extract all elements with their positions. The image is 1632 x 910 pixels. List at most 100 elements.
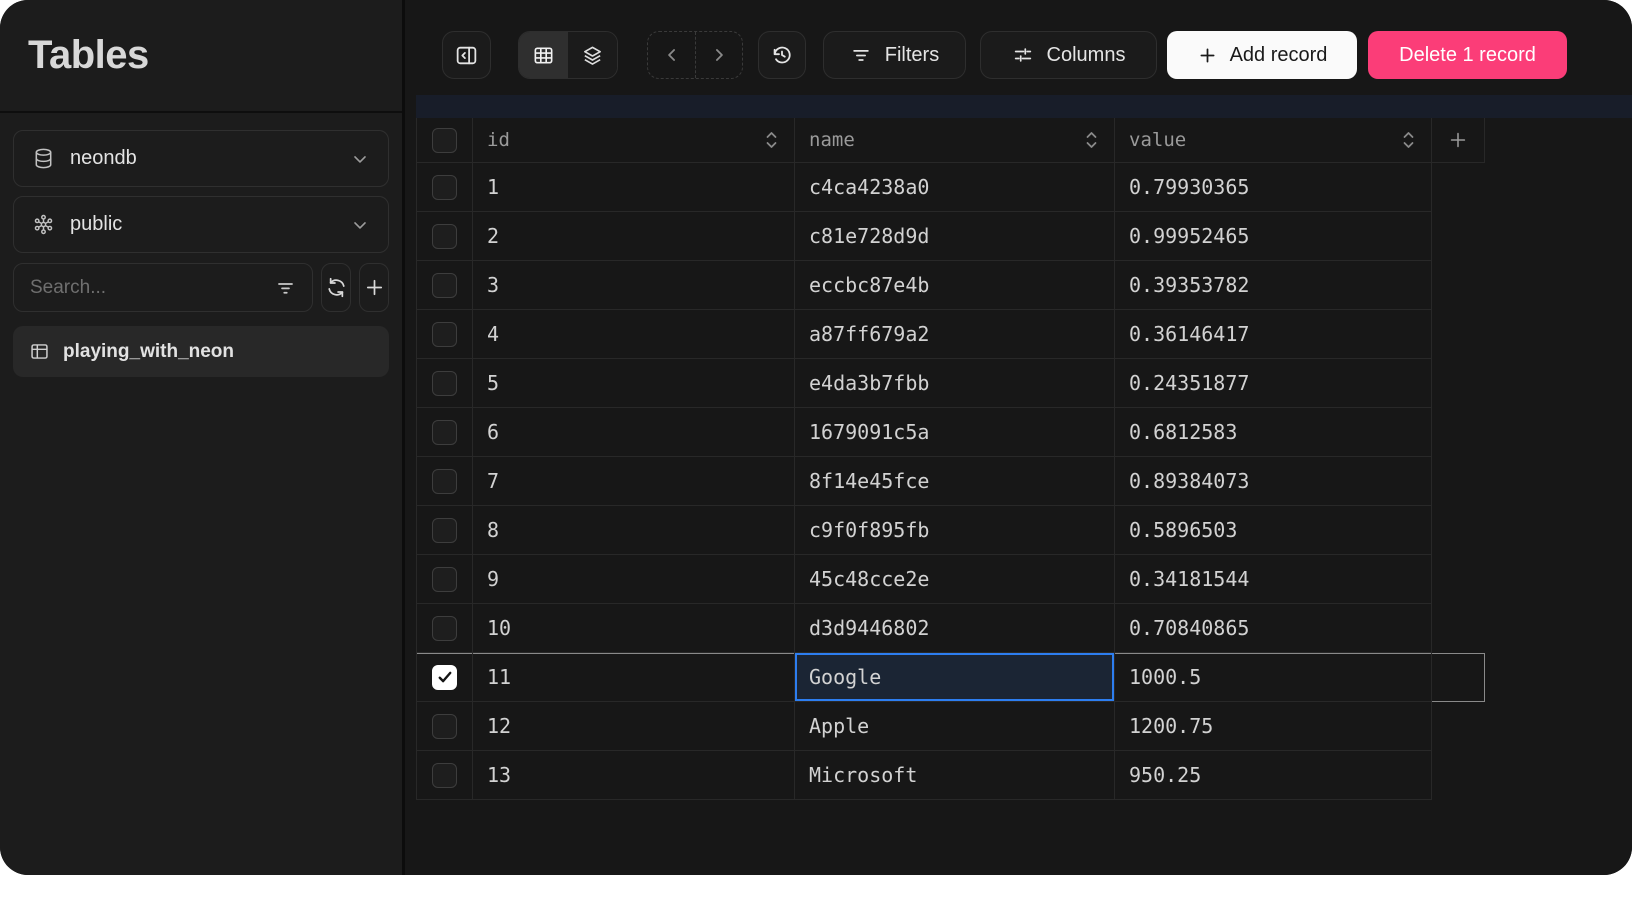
layers-view-button[interactable] — [568, 32, 617, 78]
selection-band — [416, 95, 1632, 118]
add-table-button[interactable] — [359, 263, 389, 312]
row-checkbox[interactable] — [432, 224, 457, 249]
cell-value[interactable]: 1000.5 — [1115, 653, 1432, 702]
column-header-id[interactable]: id — [473, 118, 795, 163]
cell-value[interactable]: 950.25 — [1115, 751, 1432, 800]
cell-name[interactable]: c4ca4238a0 — [795, 163, 1115, 212]
row-checkbox-cell — [416, 163, 473, 212]
filters-button[interactable]: Filters — [823, 31, 966, 79]
table-row: 13Microsoft950.25 — [416, 751, 1485, 800]
cell-id[interactable]: 9 — [473, 555, 795, 604]
row-checkbox[interactable] — [432, 714, 457, 739]
table-row: 5e4da3b7fbb0.24351877 — [416, 359, 1485, 408]
row-checkbox[interactable] — [432, 273, 457, 298]
column-header-label: value — [1129, 129, 1186, 151]
cell-name[interactable]: d3d9446802 — [795, 604, 1115, 653]
table-row: 2c81e728d9d0.99952465 — [416, 212, 1485, 261]
cell-value[interactable]: 0.34181544 — [1115, 555, 1432, 604]
refresh-button[interactable] — [321, 263, 351, 312]
row-checkbox[interactable] — [432, 567, 457, 592]
column-header-name[interactable]: name — [795, 118, 1115, 163]
cell-value[interactable]: 0.89384073 — [1115, 457, 1432, 506]
sidebar-item-label: playing_with_neon — [63, 341, 234, 363]
search-input[interactable] — [30, 277, 275, 299]
cell-value[interactable]: 1200.75 — [1115, 702, 1432, 751]
cell-id[interactable]: 6 — [473, 408, 795, 457]
row-checkbox[interactable] — [432, 371, 457, 396]
table-row: 1c4ca4238a00.79930365 — [416, 163, 1485, 212]
sidebar-item-table[interactable]: playing_with_neon — [13, 326, 389, 377]
column-header-value[interactable]: value — [1115, 118, 1432, 163]
cell-id[interactable]: 5 — [473, 359, 795, 408]
cell-id[interactable]: 3 — [473, 261, 795, 310]
cell-name[interactable]: Microsoft — [795, 751, 1115, 800]
column-header-label: name — [809, 129, 855, 151]
filters-button-label: Filters — [885, 44, 939, 67]
delete-record-button[interactable]: Delete 1 record — [1368, 31, 1567, 79]
cell-id[interactable]: 10 — [473, 604, 795, 653]
cell-id[interactable]: 7 — [473, 457, 795, 506]
plus-icon — [1447, 129, 1469, 151]
cell-value[interactable]: 0.24351877 — [1115, 359, 1432, 408]
table-row: 12Apple1200.75 — [416, 702, 1485, 751]
cell-id[interactable]: 8 — [473, 506, 795, 555]
cell-value[interactable]: 0.70840865 — [1115, 604, 1432, 653]
grid-view-icon — [532, 44, 555, 67]
add-record-label: Add record — [1230, 44, 1328, 67]
cell-id[interactable]: 1 — [473, 163, 795, 212]
row-checkbox[interactable] — [432, 518, 457, 543]
select-all-checkbox[interactable] — [432, 128, 457, 153]
cell-name[interactable]: a87ff679a2 — [795, 310, 1115, 359]
cell-id[interactable]: 13 — [473, 751, 795, 800]
panel-collapse-icon — [454, 43, 479, 68]
table-row: 945c48cce2e0.34181544 — [416, 555, 1485, 604]
table-row: 10d3d94468020.70840865 — [416, 604, 1485, 653]
cell-name[interactable]: c81e728d9d — [795, 212, 1115, 261]
cell-name[interactable]: Apple — [795, 702, 1115, 751]
row-checkbox[interactable] — [432, 763, 457, 788]
collapse-sidebar-button[interactable] — [442, 31, 491, 79]
columns-button[interactable]: Columns — [980, 31, 1157, 79]
plus-icon — [1197, 45, 1218, 66]
row-checkbox[interactable] — [432, 616, 457, 641]
cell-value[interactable]: 0.6812583 — [1115, 408, 1432, 457]
previous-page-button[interactable] — [648, 32, 695, 78]
table-row: 78f14e45fce0.89384073 — [416, 457, 1485, 506]
schema-select[interactable]: public — [13, 196, 389, 253]
row-checkbox-cell — [416, 653, 473, 702]
grid-view-button[interactable] — [519, 32, 568, 78]
table-header-row: id name value — [416, 118, 1485, 163]
cell-id[interactable]: 12 — [473, 702, 795, 751]
row-checkbox-cell — [416, 555, 473, 604]
next-page-button[interactable] — [695, 32, 742, 78]
row-checkbox[interactable] — [432, 420, 457, 445]
row-checkbox-checked[interactable] — [432, 665, 457, 690]
cell-name[interactable]: e4da3b7fbb — [795, 359, 1115, 408]
add-record-button[interactable]: Add record — [1167, 31, 1357, 79]
cell-id[interactable]: 11 — [473, 653, 795, 702]
row-checkbox[interactable] — [432, 469, 457, 494]
cell-value[interactable]: 0.5896503 — [1115, 506, 1432, 555]
cell-name[interactable]: c9f0f895fb — [795, 506, 1115, 555]
schema-select-value: public — [70, 213, 122, 236]
cell-value[interactable]: 0.36146417 — [1115, 310, 1432, 359]
cell-id[interactable]: 2 — [473, 212, 795, 261]
plus-icon — [363, 276, 386, 299]
sliders-icon — [1012, 44, 1034, 66]
row-checkbox[interactable] — [432, 322, 457, 347]
add-column-button[interactable] — [1432, 118, 1485, 163]
cell-value[interactable]: 0.39353782 — [1115, 261, 1432, 310]
schema-icon — [32, 213, 55, 236]
cell-name[interactable]: Google — [795, 653, 1115, 702]
cell-id[interactable]: 4 — [473, 310, 795, 359]
cell-name[interactable]: 1679091c5a — [795, 408, 1115, 457]
cell-value[interactable]: 0.99952465 — [1115, 212, 1432, 261]
database-select[interactable]: neondb — [13, 130, 389, 187]
cell-name[interactable]: eccbc87e4b — [795, 261, 1115, 310]
cell-name[interactable]: 45c48cce2e — [795, 555, 1115, 604]
history-button[interactable] — [758, 31, 806, 79]
table-row: 11Google1000.5 — [416, 653, 1485, 702]
cell-value[interactable]: 0.79930365 — [1115, 163, 1432, 212]
row-checkbox[interactable] — [432, 175, 457, 200]
cell-name[interactable]: 8f14e45fce — [795, 457, 1115, 506]
